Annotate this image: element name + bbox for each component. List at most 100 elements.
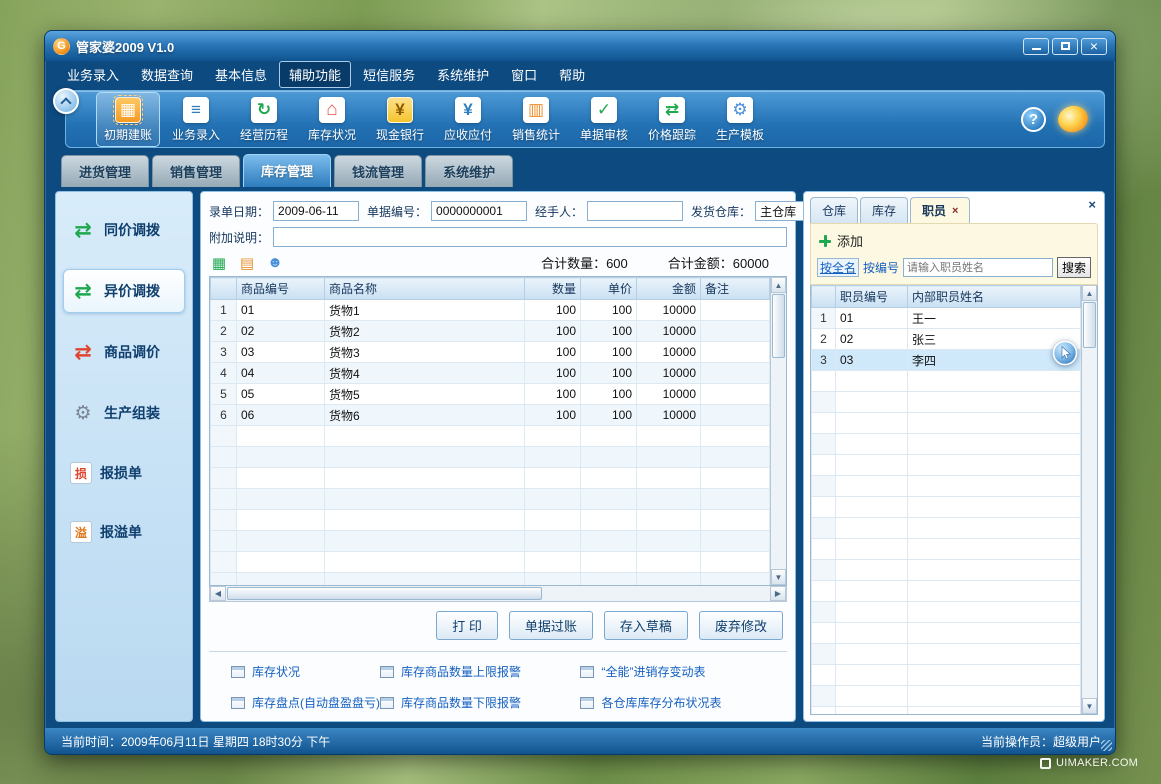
- print-button[interactable]: 打 印: [436, 611, 498, 640]
- toolbar-item-receivable-payable[interactable]: ¥ 应收应付: [436, 92, 500, 147]
- quick-links: 库存状况 库存商品数量上限报警 “全能”进销存变动表 库存盘点(自动盘盈盘亏) …: [209, 651, 787, 715]
- person-icon[interactable]: ☻: [265, 254, 285, 272]
- sidebar-item-diff-price-transfer[interactable]: ⇄ 异价调拨: [63, 269, 185, 313]
- toolbar-item-production-template[interactable]: ⚙ 生产模板: [708, 92, 772, 147]
- help-button[interactable]: ?: [1021, 107, 1046, 132]
- scroll-left-icon[interactable]: ◀: [210, 586, 226, 601]
- link-inventory-status[interactable]: 库存状况: [231, 663, 380, 680]
- scroll-right-icon[interactable]: ▶: [770, 586, 786, 601]
- maximize-button[interactable]: [1052, 38, 1078, 55]
- sidebar-item-same-price-transfer[interactable]: ⇄ 同价调拨: [63, 208, 185, 252]
- sidebar-item-price-adjust[interactable]: ⇄ 商品调价: [63, 330, 185, 374]
- scroll-down-icon[interactable]: ▼: [771, 569, 786, 585]
- link-upper-limit-alarm[interactable]: 库存商品数量上限报警: [380, 663, 580, 680]
- tab-warehouse[interactable]: 仓库: [810, 197, 858, 223]
- menu-item-basic-info[interactable]: 基本信息: [205, 61, 277, 88]
- staff-vertical-scrollbar[interactable]: ▲ ▼: [1081, 285, 1097, 714]
- empty-row: [211, 426, 770, 447]
- sidebar-item-overflow-report[interactable]: 溢 报溢单: [63, 511, 185, 553]
- toolbar-collapse-button[interactable]: [53, 88, 79, 114]
- col-product-code: 商品编号: [237, 278, 325, 300]
- filter-by-fullname[interactable]: 按全名: [817, 258, 859, 277]
- horizontal-scrollbar[interactable]: ◀ ▶: [209, 586, 787, 602]
- tab-staff[interactable]: 职员 ×: [910, 197, 970, 223]
- filter-by-code[interactable]: 按编号: [863, 259, 899, 276]
- add-button[interactable]: 添加: [817, 229, 1091, 257]
- toolbar-item-voucher-audit[interactable]: ✓ 单据审核: [572, 92, 636, 147]
- sidebar-item-production-assembly[interactable]: ⚙ 生产组装: [63, 391, 185, 435]
- tab-purchase-management[interactable]: 进货管理: [61, 155, 149, 187]
- warehouse-label: 发货仓库：: [691, 203, 751, 220]
- history-clock-icon: ↻: [251, 97, 277, 123]
- date-input[interactable]: [273, 201, 359, 221]
- toolbar-item-business-entry[interactable]: ≡ 业务录入: [164, 92, 228, 147]
- panel-close-icon[interactable]: ×: [1088, 197, 1096, 212]
- discard-changes-button[interactable]: 废弃修改: [699, 611, 783, 640]
- menu-item-aux-functions[interactable]: 辅助功能: [279, 61, 351, 88]
- main-panel: 录单日期： 单据编号： 经手人： 发货仓库： 附加说明： ▦ ▤ ☻: [200, 191, 796, 722]
- report-icon: [380, 666, 394, 678]
- menu-item-help[interactable]: 帮助: [549, 61, 595, 88]
- empty-row: [811, 392, 1080, 413]
- doc-no-input[interactable]: [431, 201, 527, 221]
- link-lower-limit-alarm[interactable]: 库存商品数量下限报警: [380, 694, 580, 711]
- total-amount-value: 60000: [733, 256, 769, 271]
- toolbar-item-sales-stats[interactable]: ▥ 销售统计: [504, 92, 568, 147]
- sidebar-item-loss-report[interactable]: 损 报损单: [63, 452, 185, 494]
- tab-inventory-management[interactable]: 库存管理: [243, 154, 331, 187]
- minimize-button[interactable]: [1023, 38, 1049, 55]
- staff-search-input[interactable]: [903, 258, 1053, 277]
- hscroll-thumb[interactable]: [227, 587, 542, 600]
- scroll-thumb[interactable]: [1083, 302, 1096, 348]
- tab-inventory[interactable]: 库存: [860, 197, 908, 223]
- note-input[interactable]: [273, 227, 787, 247]
- toolbar-item-inventory-status[interactable]: ⌂ 库存状况: [300, 92, 364, 147]
- scroll-down-icon[interactable]: ▼: [1082, 698, 1097, 714]
- watermark: UIMAKER.COM: [1040, 757, 1138, 769]
- link-warehouse-distribution[interactable]: 各仓库库存分布状况表: [580, 694, 780, 711]
- link-allround-flow-report[interactable]: “全能”进销存变动表: [580, 663, 780, 680]
- handler-input[interactable]: [587, 201, 683, 221]
- tab-sales-management[interactable]: 销售管理: [152, 155, 240, 187]
- tab-close-icon[interactable]: ×: [952, 205, 958, 217]
- search-button[interactable]: 搜索: [1057, 257, 1091, 278]
- grid-sheet-icon[interactable]: ▦: [209, 254, 229, 272]
- link-stocktake[interactable]: 库存盘点(自动盘盈盘亏): [231, 694, 380, 711]
- form-row-1: 录单日期： 单据编号： 经手人： 发货仓库：: [209, 201, 787, 221]
- toolbar-item-price-tracking[interactable]: ⇄ 价格跟踪: [640, 92, 704, 147]
- empty-row: [811, 539, 1080, 560]
- menu-item-data-query[interactable]: 数据查询: [131, 61, 203, 88]
- col-amount: 金额: [637, 278, 701, 300]
- staff-table-body: 101王一202张三303李四: [811, 308, 1080, 716]
- vertical-scrollbar[interactable]: ▲ ▼: [770, 277, 786, 585]
- toolbar-item-initial-setup[interactable]: ▦ 初期建账: [96, 92, 160, 147]
- menu-item-window[interactable]: 窗口: [501, 61, 547, 88]
- menu-item-system-maintenance[interactable]: 系统维护: [427, 61, 499, 88]
- empty-row: [211, 489, 770, 510]
- price-adjust-arrows-icon: ⇄: [70, 340, 96, 364]
- menu-item-sms-service[interactable]: 短信服务: [353, 61, 425, 88]
- post-voucher-button[interactable]: 单据过账: [509, 611, 593, 640]
- tab-cashflow-management[interactable]: 钱流管理: [334, 155, 422, 187]
- menu-item-business-entry[interactable]: 业务录入: [57, 61, 129, 88]
- save-draft-button[interactable]: 存入草稿: [604, 611, 688, 640]
- doc-no-label: 单据编号：: [367, 203, 427, 220]
- toolbar-item-cash-bank[interactable]: ¥ 现金银行: [368, 92, 432, 147]
- resize-grip[interactable]: [1101, 740, 1112, 751]
- menu-bar: 业务录入 数据查询 基本信息 辅助功能 短信服务 系统维护 窗口 帮助: [45, 61, 1115, 88]
- tab-system-maintenance[interactable]: 系统维护: [425, 155, 513, 187]
- total-qty-label: 合计数量：: [541, 256, 606, 271]
- handler-label: 经手人：: [535, 203, 583, 220]
- scroll-up-icon[interactable]: ▲: [771, 277, 786, 293]
- calendar-icon[interactable]: ▤: [237, 254, 257, 272]
- toolbar-item-operation-history[interactable]: ↻ 经营历程: [232, 92, 296, 147]
- report-icon: [231, 697, 245, 709]
- lookup-tabs: 仓库 库存 职员 ×: [810, 197, 1098, 223]
- watermark-logo-icon: [1040, 758, 1051, 769]
- empty-row: [811, 623, 1080, 644]
- scroll-thumb[interactable]: [772, 294, 785, 358]
- scroll-up-icon[interactable]: ▲: [1082, 285, 1097, 301]
- close-button[interactable]: ×: [1081, 38, 1107, 55]
- status-operator: 当前操作员：超级用户: [981, 733, 1101, 750]
- form-pencil-icon: ≡: [183, 97, 209, 123]
